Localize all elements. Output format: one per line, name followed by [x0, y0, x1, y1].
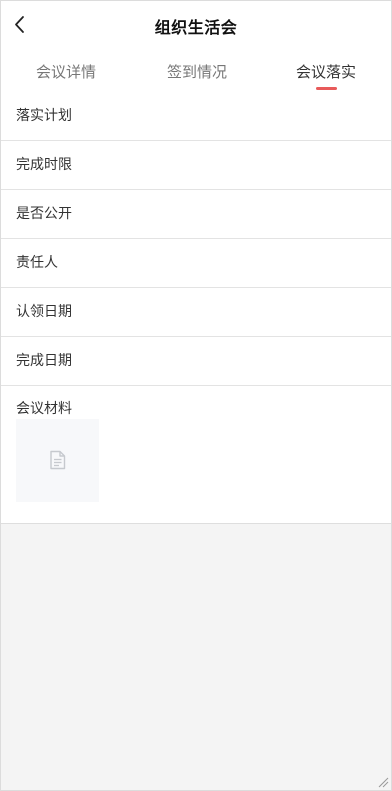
- top-bar: 组织生活会: [1, 1, 391, 49]
- tab-sign-in-status[interactable]: 签到情况: [137, 61, 257, 82]
- field-claim-date[interactable]: 认领日期: [1, 288, 391, 337]
- active-tab-indicator: [316, 87, 337, 90]
- field-label: 完成时限: [16, 157, 72, 173]
- app-frame: 组织生活会 会议详情 签到情况 会议落实 落实计划 完成时限 是否公开 责任人 …: [0, 0, 392, 791]
- page-title: 组织生活会: [154, 18, 238, 37]
- material-file-thumbnail[interactable]: [16, 419, 99, 502]
- tab-meeting-implementation[interactable]: 会议落实: [266, 61, 386, 82]
- materials-label: 会议材料: [16, 401, 72, 417]
- field-label: 完成日期: [16, 353, 72, 369]
- field-responsible-person[interactable]: 责任人: [1, 239, 391, 288]
- field-label: 认领日期: [16, 304, 72, 320]
- field-completion-date[interactable]: 完成日期: [1, 337, 391, 386]
- tab-bar: 会议详情 签到情况 会议落实: [1, 53, 391, 93]
- resize-grip-icon[interactable]: [377, 776, 389, 788]
- field-is-public[interactable]: 是否公开: [1, 190, 391, 239]
- tab-meeting-details[interactable]: 会议详情: [6, 61, 126, 82]
- field-label: 责任人: [16, 255, 58, 271]
- content-card: 组织生活会 会议详情 签到情况 会议落实 落实计划 完成时限 是否公开 责任人 …: [1, 1, 391, 524]
- field-implementation-plan[interactable]: 落实计划: [1, 92, 391, 141]
- meeting-materials-section: 会议材料: [1, 384, 391, 523]
- document-icon: [50, 450, 66, 470]
- field-label: 是否公开: [16, 206, 72, 222]
- field-deadline[interactable]: 完成时限: [1, 141, 391, 190]
- field-label: 落实计划: [16, 108, 72, 124]
